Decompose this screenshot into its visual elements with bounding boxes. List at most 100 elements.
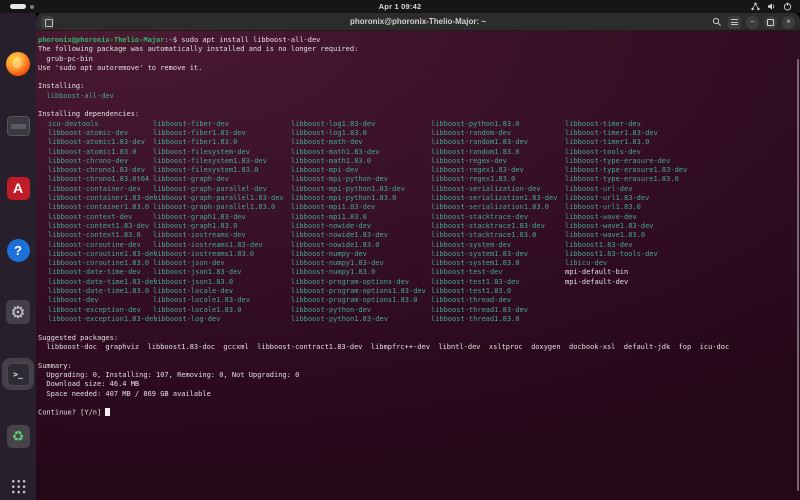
gear-icon: ⚙ <box>6 300 30 324</box>
package-name: libboost-date-time1.83.0 <box>48 287 158 296</box>
package-name: libboost-system1.83.0 <box>431 259 557 268</box>
package-name: libboost-type-erasure1.83.0 <box>565 175 687 184</box>
package-name: mpi-default-dev <box>565 278 687 287</box>
dock-item-trash[interactable]: ♻ <box>5 423 31 449</box>
trash-icon: ♻ <box>7 425 30 448</box>
package-name: libboost-graph-dev <box>153 175 284 184</box>
package-name: libboost-numpy1.83.0 <box>291 268 426 277</box>
package-name: libboost-mpi-python1.83-dev <box>291 185 426 194</box>
apt-message: Use 'sudo apt autoremove' to remove it. <box>38 64 800 73</box>
package-name: libboost-python1.83.0 <box>431 120 557 129</box>
workspace-pill-active[interactable] <box>10 4 26 9</box>
package-name: libboost-math1.83-dev <box>291 148 426 157</box>
package-name: libboost-serialization1.83-dev <box>431 194 557 203</box>
package-name: libboost-regex1.83-dev <box>431 166 557 175</box>
package-name: libboost-program-options1.83-dev <box>291 287 426 296</box>
package-name: libboost-locale1.83.0 <box>153 306 284 315</box>
package-name: libboost-context-dev <box>48 213 158 222</box>
package-name: libboost-test1.83.0 <box>431 287 557 296</box>
package-name: libboost-iostreams1.83-dev <box>153 241 284 250</box>
dependency-grid: icu-devtoolslibboost-atomic-devlibboost-… <box>38 120 800 325</box>
summary-label: Summary: <box>38 362 800 371</box>
package-name: libboost-stacktrace1.83.0 <box>431 231 557 240</box>
package-name: libboost-wave-dev <box>565 213 687 222</box>
package-name: libboost-container1.83-dev <box>48 194 158 203</box>
package-name: libboost-iostreams1.83.0 <box>153 250 284 259</box>
package-name: libboost-container-dev <box>48 185 158 194</box>
package-name: libboost-iostreams-dev <box>153 231 284 240</box>
package-name: libboost-wave1.83-dev <box>565 222 687 231</box>
summary-download-size: Download size: 46.4 MB <box>38 380 800 389</box>
package-name: libboost-system1.83-dev <box>431 250 557 259</box>
package-name: libboost-tools-dev <box>565 148 687 157</box>
package-name: libboost-graph1.83-dev <box>153 213 284 222</box>
package-name: libboost-url1.83-dev <box>565 194 687 203</box>
prompt-line: phoronix@phoronix-Thelio-Major:~$ sudo a… <box>38 36 800 45</box>
package-name: libboost-timer1.83-dev <box>565 129 687 138</box>
package-name: libboost-random1.83.0 <box>431 148 557 157</box>
terminal-body[interactable]: phoronix@phoronix-Thelio-Major:~$ sudo a… <box>36 31 800 500</box>
terminal-output: phoronix@phoronix-Thelio-Major:~$ sudo a… <box>36 31 800 500</box>
window-title: phoronix@phoronix-Thelio-Major: ~ <box>350 17 486 26</box>
minimize-button[interactable]: − <box>746 16 759 29</box>
prompt-user: phoronix@phoronix-Thelio-Major <box>38 36 164 44</box>
package-name: libboost-mpi1.83-dev <box>291 203 426 212</box>
package-name: libboost-fiber1.83-dev <box>153 129 284 138</box>
dependency-column: libboost-python1.83.0libboost-random-dev… <box>431 120 557 325</box>
close-button[interactable]: × <box>782 16 795 29</box>
continue-prompt-line: Continue? [Y/n] <box>38 408 800 417</box>
package-name: libboost-system-dev <box>431 241 557 250</box>
package-name: libboost-timer-dev <box>565 120 687 129</box>
package-name: libboost-program-options-dev <box>291 278 426 287</box>
package-name: libboost-graph-parallel-dev <box>153 185 284 194</box>
installing-package: libboost-all-dev <box>38 92 800 101</box>
package-name: libboost-type-erasure-dev <box>565 157 687 166</box>
package-name: icu-devtools <box>48 120 158 129</box>
menu-icon[interactable] <box>728 16 741 29</box>
terminal-scrollbar[interactable] <box>797 59 799 491</box>
dock-item-settings[interactable]: ⚙ <box>5 299 31 325</box>
dock-item-files[interactable] <box>5 113 31 139</box>
workspace-dot[interactable] <box>30 5 34 9</box>
dock-item-firefox[interactable] <box>5 51 31 77</box>
maximize-button[interactable] <box>764 16 777 29</box>
package-name: libboost-locale1.83-dev <box>153 296 284 305</box>
clock[interactable]: Apr 1 09:42 <box>379 2 422 11</box>
package-name: libboost-url-dev <box>565 185 687 194</box>
installing-label: Installing: <box>38 82 800 91</box>
package-name: libboost-fiber1.83.0 <box>153 138 284 147</box>
package-name: libboost-numpy1.83-dev <box>291 259 426 268</box>
package-name: libboost-json1.83.0 <box>153 278 284 287</box>
package-name: libboost-serialization-dev <box>431 185 557 194</box>
show-applications-button[interactable] <box>10 478 26 494</box>
package-name: libboost-coroutine-dev <box>48 241 158 250</box>
suggested-label: Suggested packages: <box>38 334 800 343</box>
package-name: libboost-random-dev <box>431 129 557 138</box>
dock-item-help[interactable]: ? <box>5 237 31 263</box>
terminal-titlebar[interactable]: phoronix@phoronix-Thelio-Major: ~ − × <box>36 13 800 31</box>
text-cursor <box>105 408 109 416</box>
workspace-indicator[interactable] <box>10 4 34 9</box>
package-name: libboost-context1.83.0 <box>48 231 158 240</box>
package-name: libboost-date-time-dev <box>48 268 158 277</box>
firefox-icon <box>6 52 30 76</box>
package-name: libboost-date-time1.83-dev <box>48 278 158 287</box>
tabs-icon[interactable] <box>41 16 54 29</box>
dock-item-terminal[interactable]: >_ <box>5 361 31 387</box>
package-name: libboost-chrono1.83-dev <box>48 166 158 175</box>
dock-item-a-app[interactable]: A <box>5 175 31 201</box>
system-tray[interactable] <box>751 0 792 13</box>
package-name: libboost-atomic1.83-dev <box>48 138 158 147</box>
package-name: libboost-log1.83-dev <box>291 120 426 129</box>
desktop: Apr 1 09:42 A ? ⚙ >_ ♻ phoronix@phoronix… <box>0 0 800 500</box>
package-name: libboost-filesystem1.83.0 <box>153 166 284 175</box>
gnome-top-bar: Apr 1 09:42 <box>0 0 800 13</box>
package-name: libboost-atomic1.83.0 <box>48 148 158 157</box>
package-name: libboost-chrono1.83.0t64 <box>48 175 158 184</box>
package-name: libboost-dev <box>48 296 158 305</box>
package-name: libboost-exception-dev <box>48 306 158 315</box>
package-name: libboost-stacktrace1.83-dev <box>431 222 557 231</box>
files-icon <box>7 116 30 136</box>
search-icon[interactable] <box>710 16 723 29</box>
package-name: libboost-context1.83-dev <box>48 222 158 231</box>
